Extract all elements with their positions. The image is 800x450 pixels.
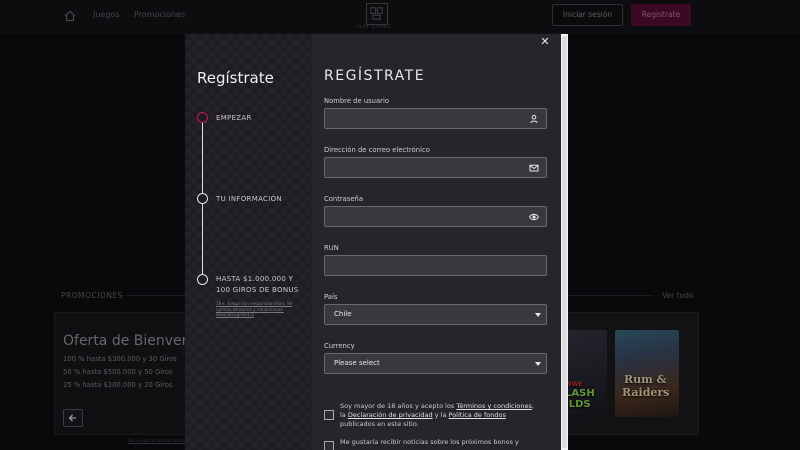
see-all-link[interactable]: Ver todo bbox=[662, 291, 694, 300]
offer-line: 50 % hasta $500.000 y 50 Giros bbox=[63, 368, 173, 376]
step-dot bbox=[197, 274, 208, 285]
nav-games-link[interactable]: Juegos bbox=[93, 10, 120, 19]
currency-label: Currency bbox=[324, 342, 355, 350]
username-field[interactable] bbox=[324, 108, 547, 129]
terms-text-part: y la bbox=[432, 411, 449, 419]
game-logo-text: Rum & bbox=[624, 373, 667, 386]
game-tile[interactable]: Rum & Raiders bbox=[615, 330, 679, 417]
registration-steps-panel: Regístrate EMPEZAR TU INFORMACIÓN HASTA … bbox=[185, 34, 312, 450]
home-icon[interactable] bbox=[64, 10, 76, 22]
eye-icon[interactable] bbox=[529, 212, 539, 222]
register-button[interactable]: Registrate bbox=[631, 4, 691, 26]
currency-value: Please select bbox=[334, 359, 380, 367]
run-label: RUN bbox=[324, 244, 339, 252]
country-value: Chile bbox=[334, 310, 352, 318]
carousel-prev-button[interactable] bbox=[63, 409, 83, 427]
scrollbar-thumb[interactable] bbox=[562, 36, 567, 448]
terms-text-part: publicados en este sitio. bbox=[340, 420, 419, 428]
login-button[interactable]: Iniciar sesión bbox=[552, 4, 623, 26]
side-title: Regístrate bbox=[197, 69, 274, 87]
welcome-offer-card[interactable]: Oferta de Bienvenida 100 % hasta $300.00… bbox=[54, 312, 194, 435]
country-select[interactable]: Chile bbox=[324, 304, 547, 325]
terms-conditions-link[interactable]: Términos y condiciones bbox=[456, 402, 532, 410]
promotions-section-title: PROMOCIONES bbox=[61, 291, 123, 300]
offer-title: Oferta de Bienvenida bbox=[63, 333, 193, 349]
arrow-left-icon bbox=[68, 414, 76, 422]
terms-text: Soy mayor de 18 años y acepto los Términ… bbox=[340, 402, 540, 429]
form-heading: REGÍSTRATE bbox=[324, 68, 426, 84]
currency-select[interactable]: Please select bbox=[324, 353, 547, 374]
run-field[interactable] bbox=[324, 255, 547, 276]
newsletter-checkbox[interactable] bbox=[324, 441, 334, 450]
registration-form: REGÍSTRATE Nombre de usuario Dirección d… bbox=[312, 34, 567, 450]
game-logo-text: Raiders bbox=[622, 386, 670, 399]
country-label: País bbox=[324, 293, 338, 301]
modal-scrollbar[interactable] bbox=[561, 34, 568, 450]
game-logo-text: ILDS bbox=[565, 399, 591, 410]
step-label: HASTA $1.000.000 Y 100 GIROS DE BONUS bbox=[216, 275, 299, 294]
step-terms-note[interactable]: 18+. Juega con responsabilidad. Se aplic… bbox=[216, 302, 302, 319]
divider bbox=[568, 295, 654, 296]
user-icon bbox=[530, 114, 538, 124]
top-navigation-bar: Juegos Promociones PLAY GRAND Iniciar se… bbox=[0, 0, 800, 34]
privacy-policy-link[interactable]: Declaración de privacidad bbox=[348, 411, 433, 419]
divider bbox=[126, 295, 186, 296]
chevron-down-icon bbox=[535, 362, 541, 366]
step-dot bbox=[197, 193, 208, 204]
game-tile[interactable]: WWE LASH ILDS bbox=[563, 330, 607, 417]
email-icon bbox=[529, 164, 539, 172]
registration-modal: Regístrate EMPEZAR TU INFORMACIÓN HASTA … bbox=[185, 34, 567, 450]
brand-logo[interactable] bbox=[366, 3, 388, 25]
nav-promotions-link[interactable]: Promociones bbox=[134, 10, 185, 19]
offer-line: 100 % hasta $300.000 y 30 Giros bbox=[63, 355, 177, 363]
close-icon[interactable]: ✕ bbox=[538, 35, 552, 49]
funds-policy-link[interactable]: Política de fondos bbox=[449, 411, 506, 419]
games-carousel: WWE LASH ILDS Rum & Raiders bbox=[562, 312, 699, 435]
brand-logo-text: PLAY GRAND bbox=[356, 24, 392, 29]
terms-text-part: Soy mayor de 18 años y acepto los bbox=[340, 402, 457, 410]
password-field[interactable] bbox=[324, 206, 547, 227]
offer-line: 25 % hasta $200.000 y 20 Giros bbox=[63, 381, 173, 389]
password-label: Contraseña bbox=[324, 195, 364, 203]
newsletter-text: Me gustaría recibir noticias sobre los p… bbox=[340, 438, 519, 446]
chevron-down-icon bbox=[535, 313, 541, 317]
step-dot-active bbox=[197, 112, 208, 123]
step-label: TU INFORMACIÓN bbox=[216, 195, 282, 203]
step-label: EMPEZAR bbox=[216, 114, 252, 122]
game-logo-text: LASH bbox=[565, 388, 595, 399]
username-label: Nombre de usuario bbox=[324, 97, 389, 105]
email-label: Dirección de correo electrónico bbox=[324, 146, 430, 154]
email-field[interactable] bbox=[324, 157, 547, 178]
terms-checkbox[interactable] bbox=[324, 410, 334, 420]
